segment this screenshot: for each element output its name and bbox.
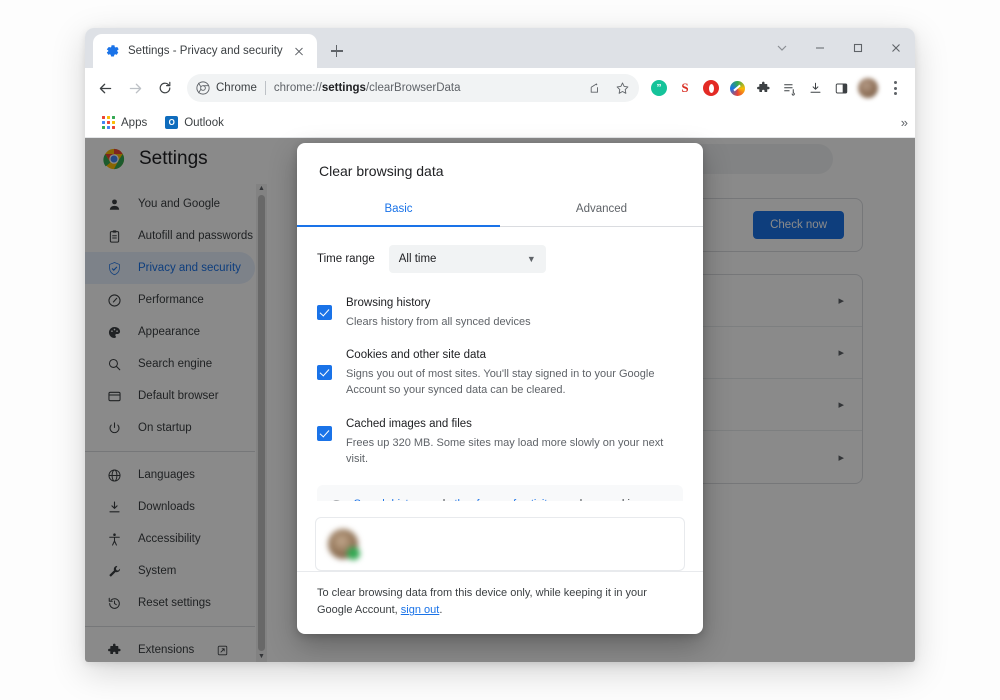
chevron-down-icon: ▼: [527, 254, 536, 264]
time-range-label: Time range: [317, 253, 375, 265]
s-extension-icon[interactable]: S: [673, 76, 697, 100]
opera-extension-icon[interactable]: [699, 76, 723, 100]
chrome-chip-label: Chrome: [216, 82, 257, 94]
bookmarks-overflow-icon[interactable]: »: [901, 115, 907, 130]
chrome-logo-icon: [196, 81, 210, 95]
search-history-link[interactable]: Search history: [354, 498, 424, 501]
profile-avatar[interactable]: [858, 78, 878, 98]
google-g-icon: G: [330, 499, 342, 501]
back-button-icon[interactable]: [91, 74, 119, 102]
sync-badge-icon: [347, 547, 360, 560]
chrome-chip: Chrome: [196, 81, 257, 95]
checkbox-cookies[interactable]: [317, 365, 332, 380]
dialog-body: Time range All time ▼ Browsing history C…: [297, 227, 703, 501]
other-forms-activity-link[interactable]: other forms of activity: [448, 498, 553, 501]
omnibox-divider: [265, 81, 266, 95]
account-row[interactable]: [315, 517, 685, 571]
tab-strip: Settings - Privacy and security: [85, 28, 915, 68]
maximize-icon[interactable]: [839, 28, 877, 68]
settings-gear-icon: [105, 44, 120, 59]
browser-toolbar: Chrome chrome://settings/clearBrowserDat…: [85, 68, 915, 108]
option-label: Cached images and files: [346, 416, 683, 433]
reading-list-icon[interactable]: [777, 76, 801, 100]
option-description: Frees up 320 MB. Some sites may load mor…: [346, 435, 683, 468]
option-description: Signs you out of most sites. You'll stay…: [346, 366, 683, 399]
bookmarks-bar: Apps O Outlook »: [85, 108, 915, 138]
new-tab-button[interactable]: [323, 37, 351, 65]
side-panel-icon[interactable]: [829, 76, 853, 100]
option-browsing-history[interactable]: Browsing history Clears history from all…: [317, 295, 683, 330]
option-cookies[interactable]: Cookies and other site data Signs you ou…: [317, 347, 683, 399]
bookmark-label: Apps: [121, 117, 147, 129]
tab-basic[interactable]: Basic: [297, 193, 500, 226]
option-label: Cookies and other site data: [346, 347, 683, 364]
bookmark-star-icon[interactable]: [611, 77, 633, 99]
avatar: [328, 529, 358, 559]
browser-tab[interactable]: Settings - Privacy and security: [93, 34, 317, 68]
time-range-select[interactable]: All time ▼: [389, 245, 546, 273]
footer-text: To clear browsing data from this device …: [317, 585, 683, 620]
apps-grid-icon: [102, 116, 115, 129]
forward-button-icon[interactable]: [121, 74, 149, 102]
google-activity-notice: G Search history and other forms of acti…: [317, 485, 683, 501]
minimize-icon[interactable]: [801, 28, 839, 68]
close-icon[interactable]: [877, 28, 915, 68]
tab-search-icon[interactable]: [763, 28, 801, 68]
tab-title: Settings - Privacy and security: [128, 45, 283, 57]
checkbox-cached-images[interactable]: [317, 426, 332, 441]
outlook-icon: O: [165, 116, 178, 129]
dialog-tabs: Basic Advanced: [297, 193, 703, 227]
three-dot-menu-icon[interactable]: [883, 76, 907, 100]
dialog-footer: To clear browsing data from this device …: [297, 571, 703, 634]
option-cached-images[interactable]: Cached images and files Frees up 320 MB.…: [317, 416, 683, 468]
colorful-circle-extension-icon[interactable]: [725, 76, 749, 100]
bookmark-apps[interactable]: Apps: [95, 113, 154, 132]
checkbox-browsing-history[interactable]: [317, 305, 332, 320]
downloads-icon[interactable]: [803, 76, 827, 100]
sign-out-link[interactable]: sign out: [401, 604, 440, 616]
extension-icons: ” S: [647, 76, 853, 100]
time-range-value: All time: [399, 253, 437, 265]
screenshot-root: Settings - Privacy and security: [0, 0, 1000, 700]
google-notice-text: Search history and other forms of activi…: [354, 496, 670, 501]
option-label: Browsing history: [346, 295, 531, 312]
grammar-extension-icon[interactable]: ”: [647, 76, 671, 100]
share-icon[interactable]: [583, 77, 605, 99]
url-text: chrome://settings/clearBrowserData: [274, 82, 577, 94]
tab-close-icon[interactable]: [291, 43, 307, 59]
reload-button-icon[interactable]: [151, 74, 179, 102]
dialog-title: Clear browsing data: [297, 143, 703, 193]
option-description: Clears history from all synced devices: [346, 314, 531, 331]
address-bar[interactable]: Chrome chrome://settings/clearBrowserDat…: [187, 74, 639, 102]
puzzle-extensions-icon[interactable]: [751, 76, 775, 100]
bookmark-outlook[interactable]: O Outlook: [158, 113, 231, 132]
bookmark-label: Outlook: [184, 117, 224, 129]
time-range-group: Time range All time ▼: [317, 245, 683, 273]
clear-browsing-data-dialog: Clear browsing data Basic Advanced Time …: [297, 143, 703, 634]
window-controls: [763, 28, 915, 68]
tab-advanced[interactable]: Advanced: [500, 193, 703, 226]
